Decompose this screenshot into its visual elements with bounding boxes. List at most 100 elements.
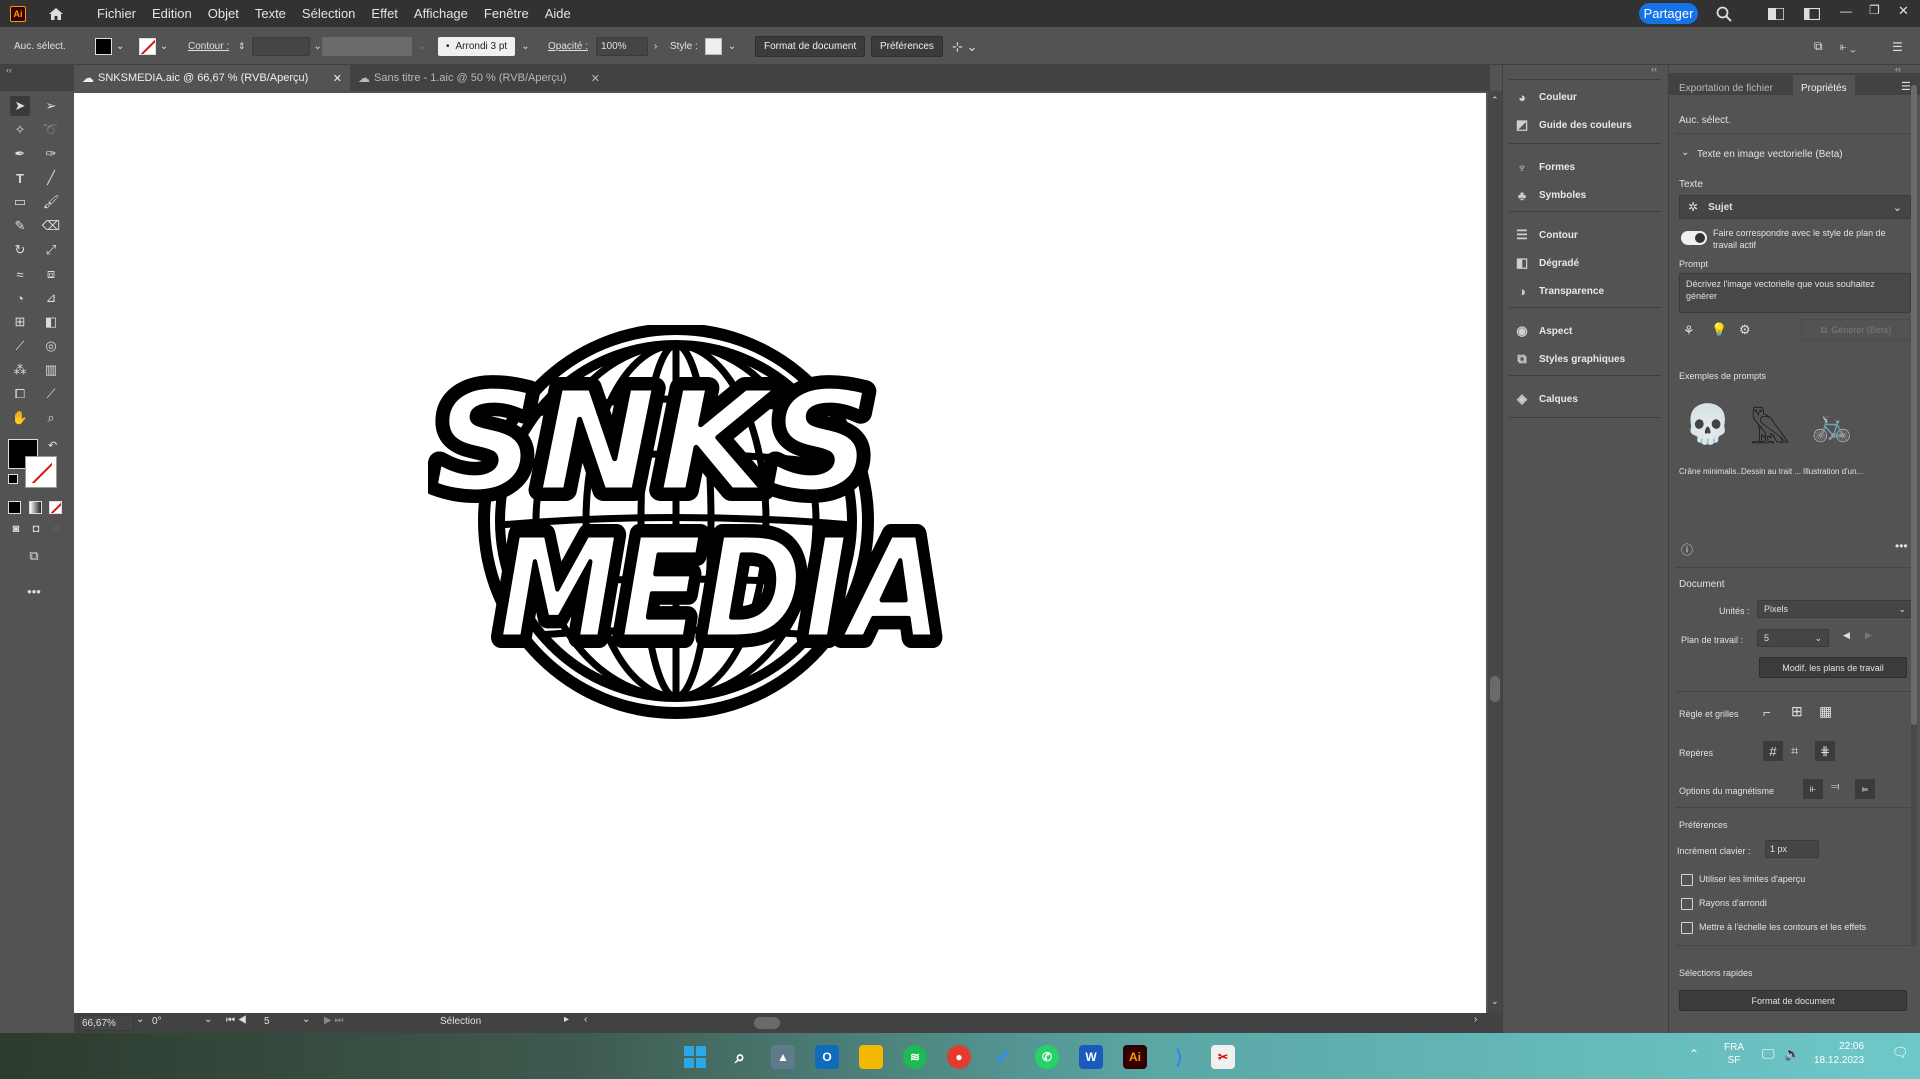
prompt-input[interactable]: Décrivez l'image vectorielle que vous so…: [1679, 273, 1911, 313]
symbol-sprayer-tool-icon[interactable]: ⁂: [10, 360, 30, 380]
menu-fichier[interactable]: Fichier: [89, 6, 144, 21]
default-colors-icon[interactable]: [8, 474, 18, 484]
stroke-color-swatch[interactable]: [25, 456, 57, 488]
network-icon[interactable]: 🖵: [1762, 1046, 1775, 1062]
panel-menu-icon[interactable]: ☰: [1892, 36, 1903, 57]
color-mode-icon[interactable]: [8, 501, 21, 514]
stroke-weight-field[interactable]: [251, 37, 310, 56]
magic-wand-tool-icon[interactable]: ✧: [10, 120, 30, 140]
rectangle-tool-icon[interactable]: ▭: [10, 192, 30, 212]
more-tools-icon[interactable]: •••: [24, 581, 44, 601]
chevron-down-icon[interactable]: ⌄: [521, 41, 529, 52]
slice-tool-icon[interactable]: ⟋: [41, 384, 61, 404]
stepper-icon[interactable]: ⇕: [238, 41, 246, 52]
outlook-icon[interactable]: O: [815, 1045, 839, 1069]
key-increment-field[interactable]: 1 px: [1765, 840, 1819, 858]
tray-chevron-icon[interactable]: ⌃: [1689, 1047, 1699, 1061]
snks-media-logo[interactable]: SNKS SNKS MEDIA MEDIA: [428, 325, 958, 745]
gradient-mode-icon[interactable]: [29, 501, 42, 514]
maximize-icon[interactable]: ❐: [1869, 3, 1880, 17]
menu-effet[interactable]: Effet: [363, 6, 406, 21]
windows-start-icon[interactable]: [683, 1045, 707, 1069]
warp-tool-icon[interactable]: ≈: [10, 264, 30, 284]
shape-builder-tool-icon[interactable]: ◔: [10, 288, 30, 308]
prev-artboard-icon[interactable]: ◀: [1843, 630, 1850, 641]
text-to-vector-section[interactable]: Texte en image vectorielle (Beta): [1697, 149, 1843, 160]
zoom-tool-icon[interactable]: ⌕: [41, 408, 61, 428]
style-swatch[interactable]: [705, 38, 722, 55]
scroll-up-icon[interactable]: ⌃: [1491, 95, 1499, 106]
units-select[interactable]: Pixels ⌄: [1757, 600, 1913, 618]
file-explorer-icon[interactable]: [859, 1045, 883, 1069]
vertical-scrollbar[interactable]: ⌃ ⌄: [1488, 91, 1502, 1013]
chevron-down-icon[interactable]: ⌄: [116, 41, 124, 52]
rotate-tool-icon[interactable]: ↻: [10, 240, 30, 260]
arrange-docs-icon[interactable]: [1768, 8, 1784, 20]
snipping-tool-icon[interactable]: ✂: [1211, 1045, 1235, 1069]
panel-formes[interactable]: ♆ Formes: [1513, 157, 1575, 177]
contour-label[interactable]: Contour :: [188, 36, 229, 57]
next-artboard-icon[interactable]: ▶ ⏭: [324, 1015, 343, 1026]
photos-app-icon[interactable]: ▲: [771, 1045, 795, 1069]
workspace-icon[interactable]: [1804, 8, 1820, 20]
illustrator-taskbar-icon[interactable]: Ai: [1123, 1045, 1147, 1069]
shaper-tool-icon[interactable]: ✎: [10, 216, 30, 236]
status-menu-icon[interactable]: ▸: [564, 1014, 569, 1025]
draw-behind-icon[interactable]: ◘: [26, 519, 46, 539]
gear-icon[interactable]: ⚙: [1739, 322, 1751, 338]
gradient-tool-icon[interactable]: ◧: [41, 312, 61, 332]
info-icon[interactable]: ⓘ: [1681, 541, 1693, 558]
panel-menu-icon[interactable]: ☰: [1901, 80, 1911, 93]
next-artboard-icon[interactable]: ▶: [1865, 630, 1872, 641]
swap-colors-icon[interactable]: ↶: [48, 439, 57, 452]
menu-texte[interactable]: Texte: [247, 6, 294, 21]
free-transform-tool-icon[interactable]: ⧈: [41, 264, 61, 284]
draw-inside-icon[interactable]: ◌: [46, 519, 66, 539]
menu-fenetre[interactable]: Fenêtre: [476, 6, 537, 21]
panel-contour[interactable]: ☰ Contour: [1513, 225, 1578, 245]
draw-normal-icon[interactable]: ◙: [6, 519, 26, 539]
quick-doc-format-button[interactable]: Format de document: [1679, 990, 1907, 1011]
graph-tool-icon[interactable]: ▥: [41, 360, 61, 380]
panel-couleur[interactable]: ◕ Couleur: [1513, 87, 1577, 107]
menu-edition[interactable]: Edition: [144, 6, 200, 21]
tab-sans-titre[interactable]: ☁ Sans titre - 1.aic @ 50 % (RVB/Aperçu)…: [350, 65, 608, 91]
stroke-swatch[interactable]: [139, 38, 156, 55]
none-mode-icon[interactable]: [49, 501, 62, 514]
chrome-icon[interactable]: ●: [947, 1045, 971, 1069]
blend-tool-icon[interactable]: ◎: [41, 336, 61, 356]
menu-aide[interactable]: Aide: [537, 6, 579, 21]
menu-affichage[interactable]: Affichage: [406, 6, 476, 21]
selection-tool-icon[interactable]: ➤: [10, 96, 30, 116]
panel-calques[interactable]: ◈ Calques: [1513, 389, 1578, 409]
document-format-button[interactable]: Format de document: [755, 36, 866, 57]
chevron-down-icon[interactable]: ⌄: [136, 1014, 144, 1025]
grid-icon[interactable]: ⊞: [1791, 703, 1803, 720]
generate-button[interactable]: ⧉ Générer (Beta): [1801, 319, 1911, 341]
share-button[interactable]: Partager: [1639, 3, 1698, 24]
example-skull-image[interactable]: 💀: [1679, 395, 1737, 455]
pixel-grid-icon[interactable]: ⋕: [1815, 741, 1835, 761]
screen-mode-icon[interactable]: ⧉: [24, 546, 44, 566]
more-options-icon[interactable]: •••: [1895, 539, 1908, 553]
scroll-down-icon[interactable]: ⌄: [1491, 996, 1499, 1007]
tab-snksmedia[interactable]: ☁ SNKSMEDIA.aic @ 66,67 % (RVB/Aperçu) ✕: [74, 65, 350, 91]
perspective-grid-tool-icon[interactable]: ⊿: [41, 288, 61, 308]
opacity-field[interactable]: 100%: [596, 37, 648, 56]
search-icon[interactable]: [1716, 6, 1732, 22]
line-tool-icon[interactable]: ╱: [41, 168, 61, 188]
horizontal-scroll-thumb[interactable]: [754, 1017, 780, 1029]
align-options-icon[interactable]: ⊹ ⌄: [952, 36, 977, 57]
collapse-icon[interactable]: ‹‹: [1651, 64, 1657, 74]
chevron-down-icon[interactable]: ⌄: [728, 41, 736, 52]
type-tool-icon[interactable]: T: [10, 168, 30, 188]
collapse-icon[interactable]: ‹‹: [6, 65, 12, 75]
variable-width-profile[interactable]: [322, 37, 412, 56]
scroll-left-icon[interactable]: ‹: [584, 1014, 587, 1025]
hand-tool-icon[interactable]: ✋: [10, 408, 30, 428]
eyedropper-tool-icon[interactable]: ⟋: [10, 336, 30, 356]
edit-artboards-button[interactable]: Modif. les plans de travail: [1759, 657, 1907, 678]
search-icon[interactable]: ⌕: [728, 1045, 752, 1069]
opacity-label[interactable]: Opacité :: [548, 36, 588, 57]
scale-tool-icon[interactable]: ⤢: [41, 240, 61, 260]
